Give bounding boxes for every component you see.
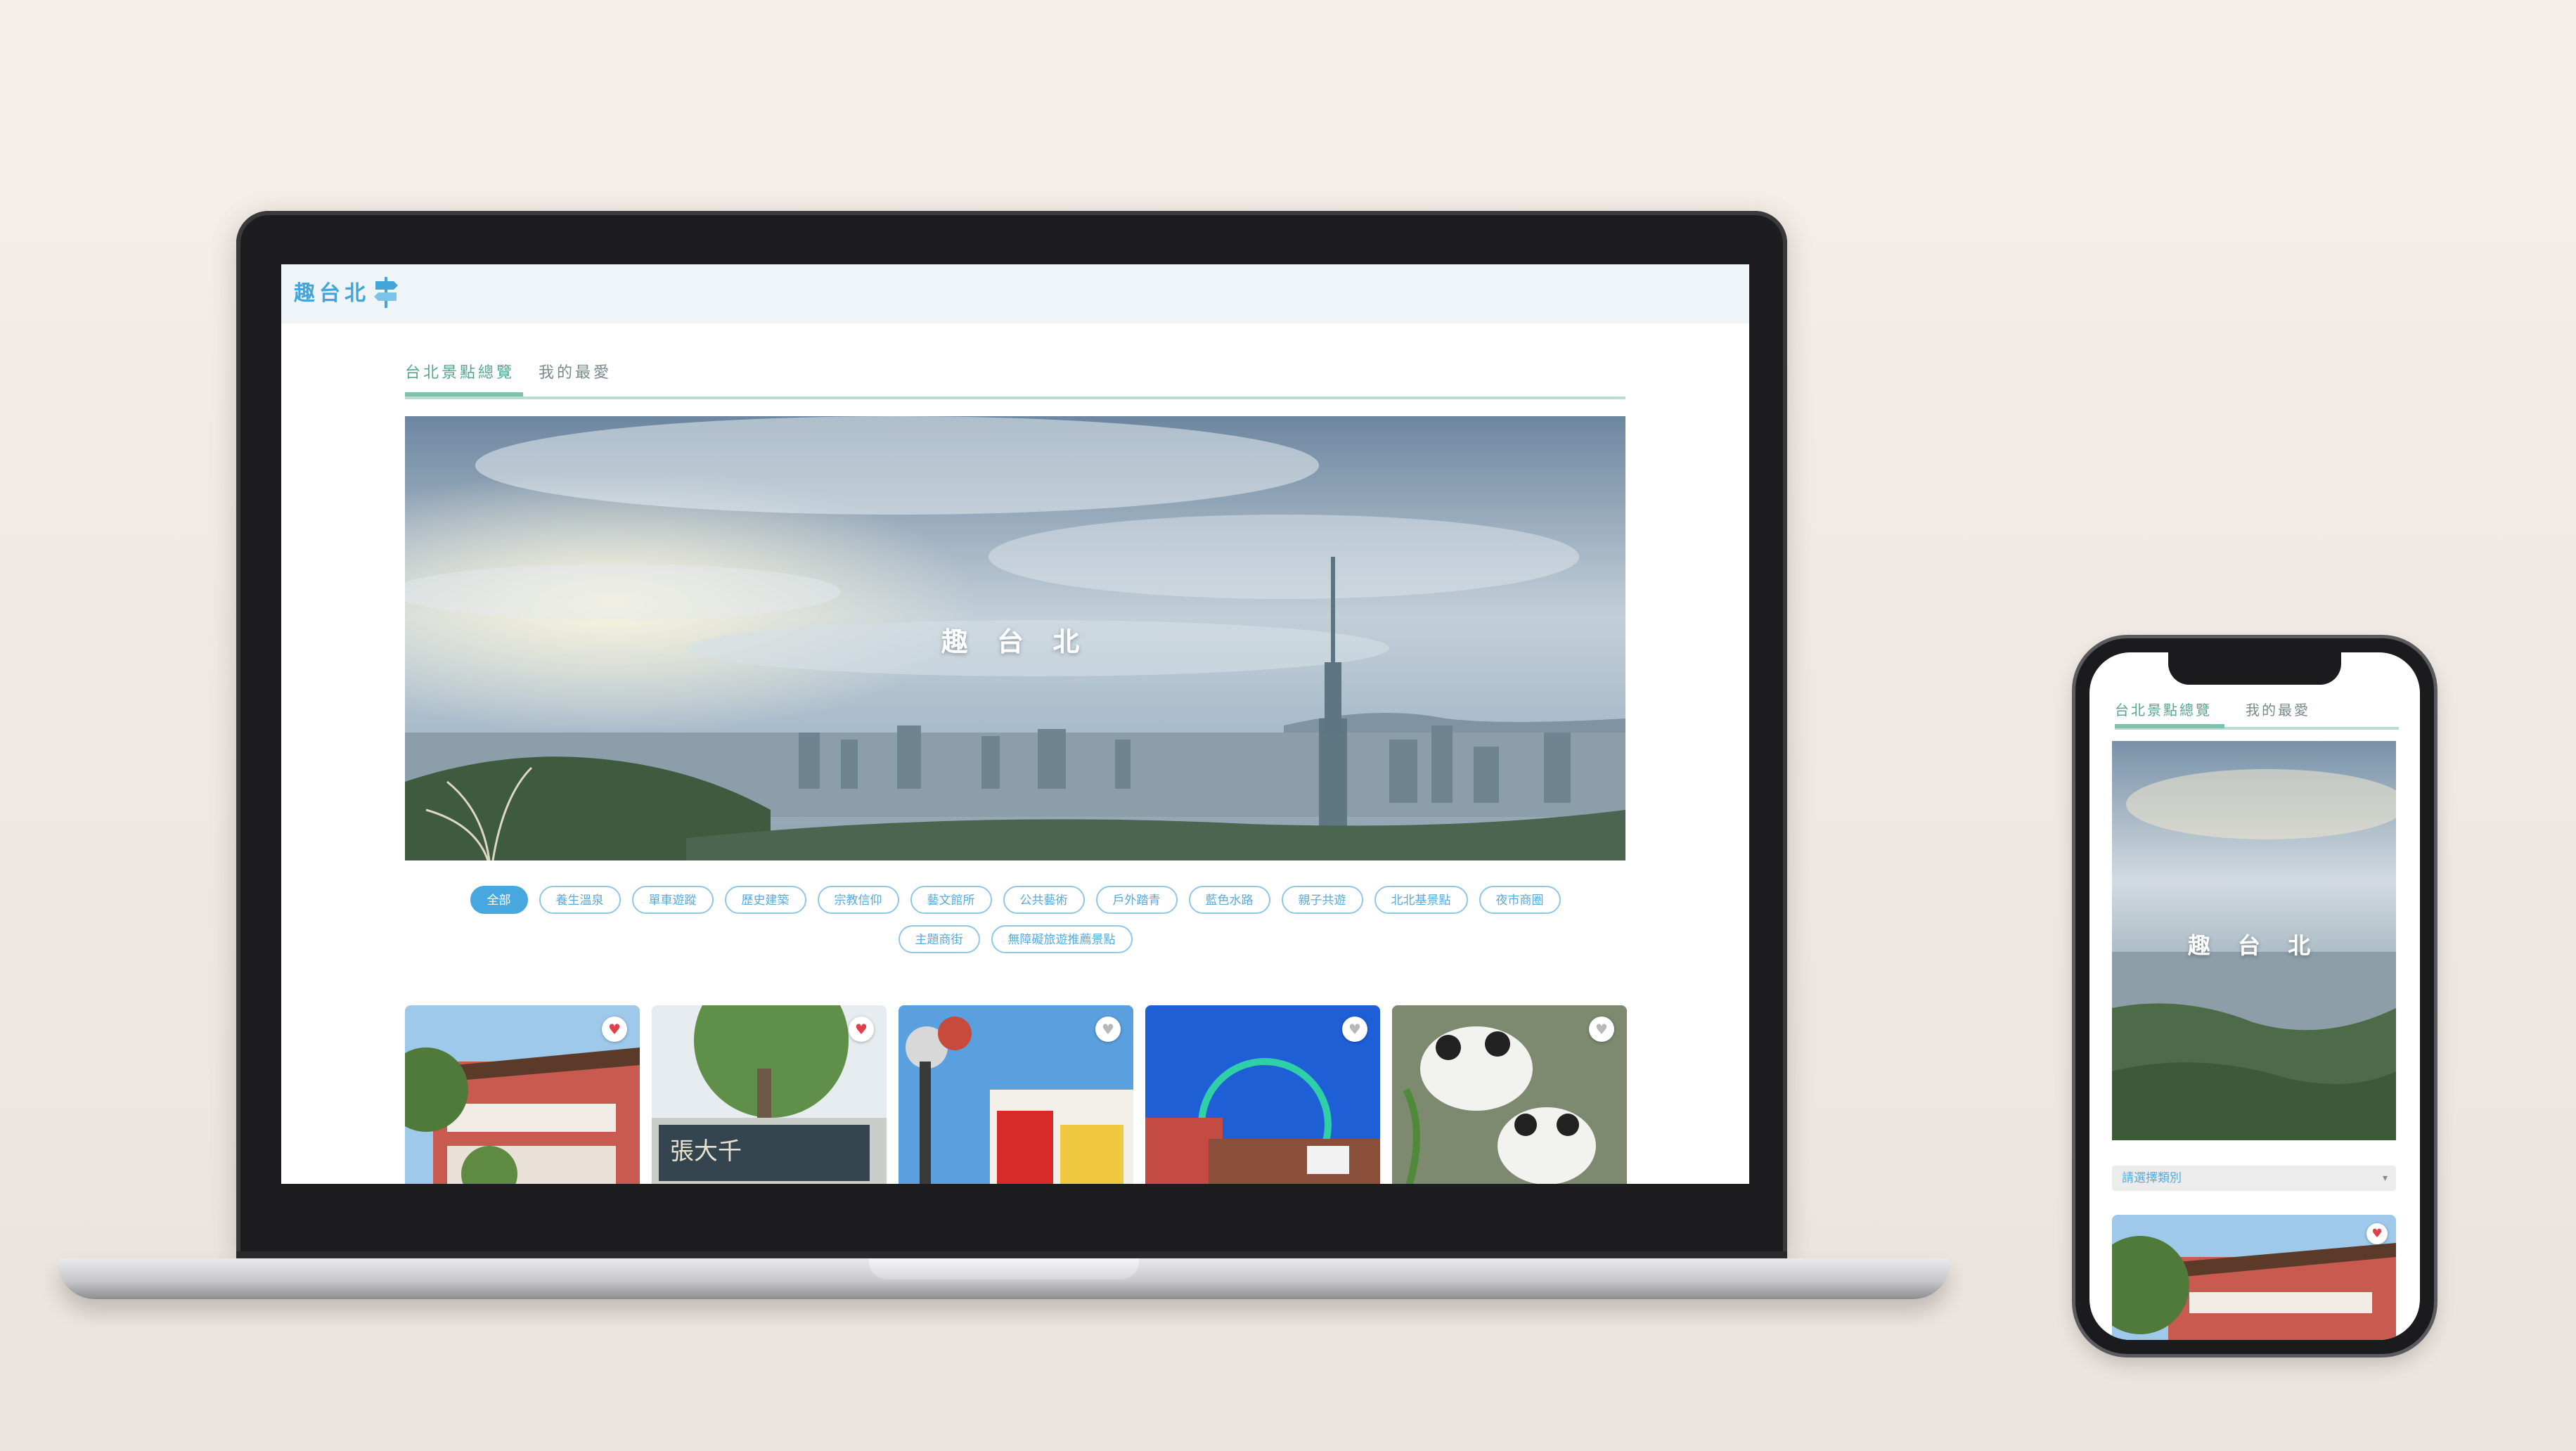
laptop-screen: 趣台北 台北景點總覽 我的最愛 趣 台 北 全部 養生溫泉 單車遊蹤 歷史建築 … — [281, 264, 1749, 1184]
phone-notch — [2168, 652, 2341, 685]
favorite-toggle[interactable]: ♥ — [602, 1017, 627, 1042]
attraction-cards: ♥ 張大千 ♥ ♥ ♥ ♥ — [405, 1005, 1627, 1184]
tab-overview[interactable]: 台北景點總覽 — [405, 360, 515, 382]
filter-chip[interactable]: 單車遊蹤 — [631, 886, 714, 914]
tab-bar: 台北景點總覽 我的最愛 — [405, 356, 1625, 399]
active-tab-indicator — [405, 392, 523, 396]
mobile-hero-title: 趣 台 北 — [2187, 932, 2321, 959]
filter-row-1: 全部 養生溫泉 單車遊蹤 歷史建築 宗教信仰 藝文館所 公共藝術 戶外踏青 藍色水路 親子共遊 北北… — [405, 886, 1625, 914]
mobile-tab-overview[interactable]: 台北景點總覽 — [2115, 699, 2212, 719]
heart-icon: ♥ — [2371, 1227, 2383, 1241]
site-logo[interactable]: 趣台北 — [294, 276, 370, 307]
heart-icon: ♥ — [1348, 1021, 1361, 1038]
filter-chip[interactable]: 戶外踏青 — [1095, 886, 1178, 914]
attraction-card[interactable]: ♥ — [1145, 1005, 1380, 1184]
favorite-toggle[interactable]: ♥ — [1342, 1017, 1367, 1042]
site-header: 趣台北 — [281, 264, 1749, 323]
mobile-hero-banner: 趣 台 北 — [2112, 741, 2396, 1140]
signpost-icon — [374, 277, 398, 308]
tab-favorites[interactable]: 我的最愛 — [539, 360, 612, 382]
hero-banner: 趣 台 北 — [405, 416, 1625, 860]
card-sign-text: 張大千 — [670, 1137, 742, 1166]
phone-screen: 台北景點總覽 我的最愛 趣 台 北 請選擇類別 ▾ ♥ — [2089, 652, 2420, 1340]
filter-chip[interactable]: 藝文館所 — [910, 886, 992, 914]
hero-title: 趣 台 北 — [941, 626, 1090, 657]
filter-chip[interactable]: 宗教信仰 — [817, 886, 899, 914]
mobile-active-tab-indicator — [2115, 724, 2224, 728]
attraction-card[interactable]: ♥ — [405, 1005, 640, 1184]
category-select-placeholder: 請選擇類別 — [2122, 1171, 2182, 1185]
category-select[interactable]: 請選擇類別 ▾ — [2112, 1166, 2396, 1191]
heart-icon: ♥ — [1595, 1021, 1608, 1038]
category-filters: 全部 養生溫泉 單車遊蹤 歷史建築 宗教信仰 藝文館所 公共藝術 戶外踏青 藍色水路 親子共遊 北北… — [405, 886, 1625, 965]
filter-chip[interactable]: 夜市商圈 — [1479, 886, 1561, 914]
mobile-favorite-toggle[interactable]: ♥ — [2366, 1223, 2388, 1244]
filter-chip[interactable]: 全部 — [470, 886, 528, 914]
filter-chip[interactable]: 藍色水路 — [1188, 886, 1270, 914]
favorite-toggle[interactable]: ♥ — [1589, 1017, 1614, 1042]
laptop-notch — [869, 1258, 1139, 1279]
favorite-toggle[interactable]: ♥ — [849, 1017, 874, 1042]
heart-icon: ♥ — [608, 1021, 621, 1038]
filter-chip[interactable]: 主題商街 — [898, 925, 980, 953]
filter-chip[interactable]: 歷史建築 — [724, 886, 806, 914]
favorite-toggle[interactable]: ♥ — [1095, 1017, 1121, 1042]
chevron-down-icon: ▾ — [2382, 1173, 2388, 1184]
filter-chip[interactable]: 養生溫泉 — [539, 886, 621, 914]
filter-row-2: 主題商街 無障礙旅遊推薦景點 — [405, 925, 1625, 953]
mobile-attraction-card[interactable]: ♥ — [2112, 1215, 2396, 1340]
heart-icon: ♥ — [855, 1021, 868, 1038]
mobile-tab-bar: 台北景點總覽 我的最愛 — [2115, 690, 2399, 730]
filter-chip[interactable]: 公共藝術 — [1003, 886, 1085, 914]
attraction-card[interactable]: ♥ — [1392, 1005, 1627, 1184]
filter-chip[interactable]: 無障礙旅遊推薦景點 — [991, 925, 1133, 953]
heart-icon: ♥ — [1102, 1021, 1114, 1038]
filter-chip[interactable]: 北北基景點 — [1374, 886, 1468, 914]
attraction-card[interactable]: ♥ — [899, 1005, 1133, 1184]
mobile-card-image — [2112, 1215, 2396, 1340]
attraction-card[interactable]: 張大千 ♥ — [652, 1005, 887, 1184]
mobile-tab-favorites[interactable]: 我的最愛 — [2246, 699, 2310, 719]
filter-chip[interactable]: 親子共遊 — [1281, 886, 1363, 914]
